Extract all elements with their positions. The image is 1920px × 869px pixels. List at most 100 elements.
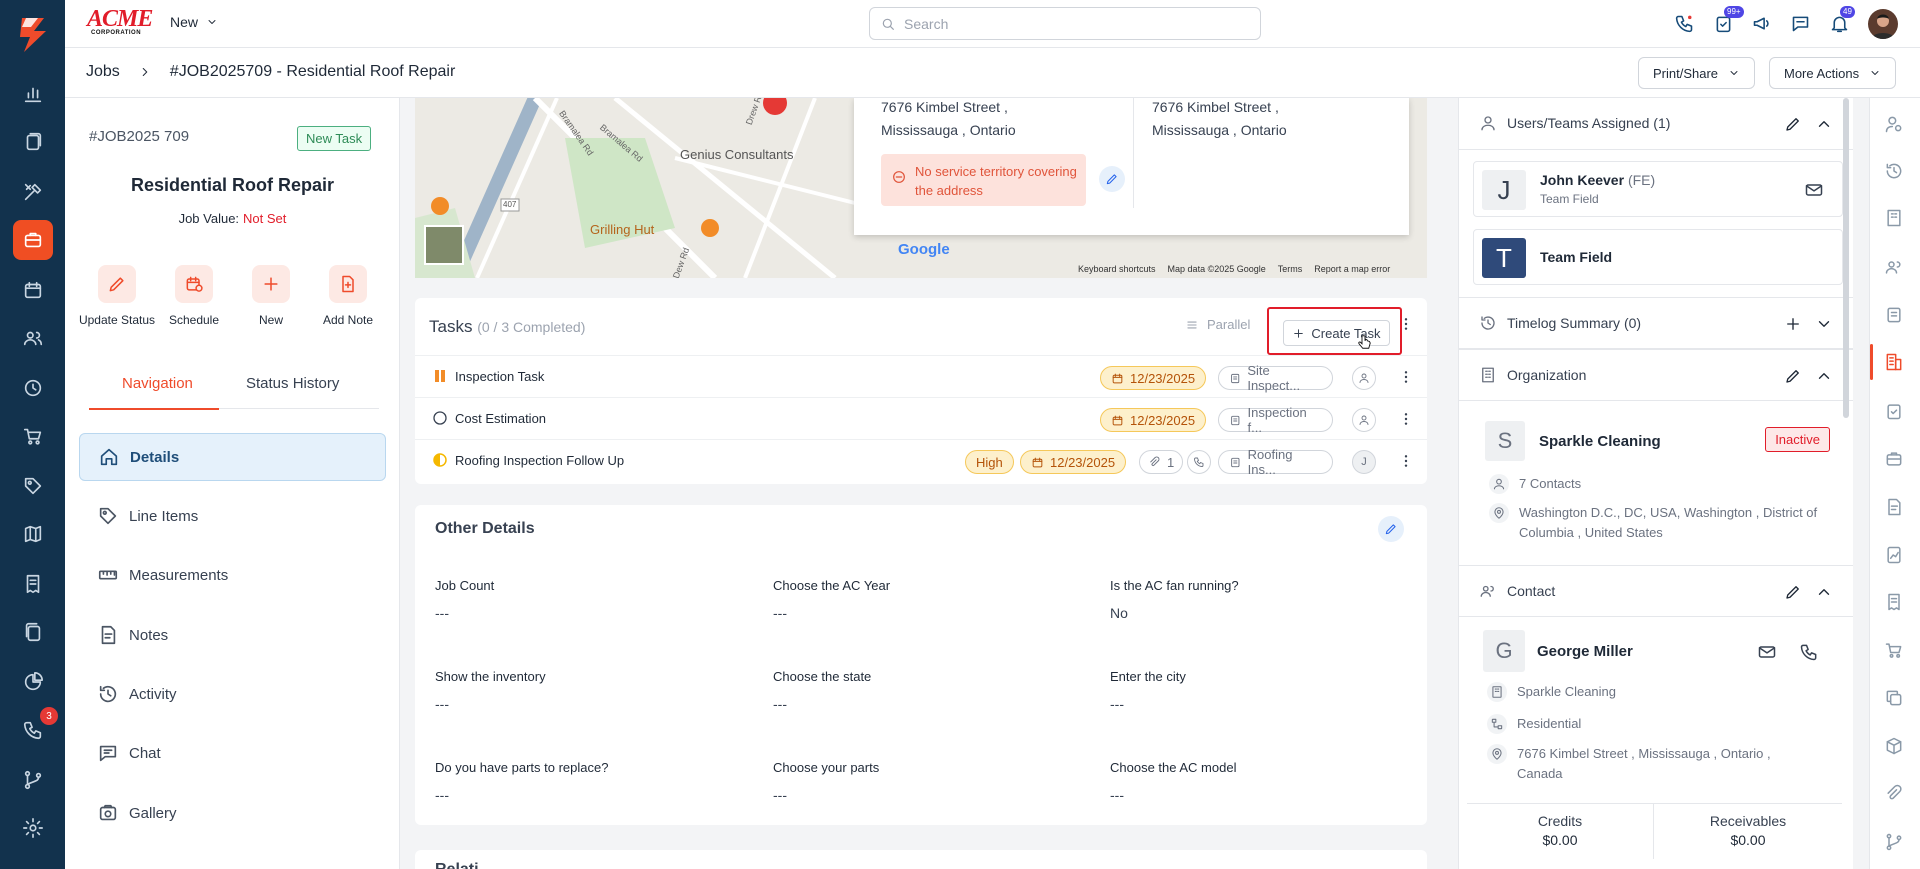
notifications-button[interactable]: 49: [1826, 6, 1855, 36]
nav-activity[interactable]: Activity: [79, 670, 386, 718]
rail-workflow[interactable]: [1884, 832, 1906, 854]
rail-files[interactable]: [0, 612, 65, 652]
rail-building-active[interactable]: [1870, 344, 1906, 380]
assigned-user-card[interactable]: J John Keever (FE) Team Field: [1473, 161, 1843, 217]
update-status-button[interactable]: Update Status: [77, 265, 157, 327]
assigned-team-card[interactable]: T Team Field: [1473, 229, 1843, 285]
brand-logo[interactable]: ACME CORPORATION: [87, 7, 153, 36]
nav-gallery[interactable]: Gallery: [79, 789, 386, 837]
task-date-chip[interactable]: 12/23/2025: [1100, 408, 1207, 432]
rail-bill[interactable]: [1884, 592, 1906, 614]
assign-user-button[interactable]: [1352, 408, 1376, 432]
rail-store[interactable]: [0, 416, 65, 456]
phone-icon[interactable]: [1799, 642, 1819, 662]
more-actions-button[interactable]: More Actions: [1769, 57, 1897, 89]
rail-organization[interactable]: [1884, 208, 1906, 230]
nav-measurements[interactable]: Measurements: [79, 551, 386, 599]
task-more-icon[interactable]: [1398, 453, 1414, 469]
rail-jobs[interactable]: [1884, 449, 1906, 471]
tab-navigation[interactable]: Navigation: [122, 375, 193, 392]
pencil-icon[interactable]: [1784, 583, 1802, 601]
rail-contacts[interactable]: [1884, 257, 1906, 279]
task-form-chip[interactable]: Site Inspect...: [1218, 363, 1333, 393]
new-menu[interactable]: New: [170, 14, 218, 30]
rail-map[interactable]: [0, 514, 65, 554]
task-date-chip[interactable]: 12/23/2025: [1100, 366, 1207, 390]
rail-invoice[interactable]: [1884, 305, 1906, 327]
schedule-button[interactable]: Schedule: [154, 265, 234, 327]
chevron-up-icon[interactable]: [1815, 367, 1833, 385]
task-row[interactable]: Inspection Task 12/23/2025 Site Inspect.…: [415, 355, 1427, 397]
assign-user-button[interactable]: [1352, 366, 1376, 390]
rail-timelog[interactable]: [1884, 161, 1906, 183]
calls-button[interactable]: [1671, 10, 1697, 36]
search-input[interactable]: [904, 15, 1244, 32]
tasks-more-icon[interactable]: [1398, 316, 1414, 332]
user-avatar[interactable]: [1868, 9, 1898, 39]
search-box[interactable]: [869, 7, 1261, 40]
edit-details-button[interactable]: [1378, 516, 1404, 542]
rail-jobs[interactable]: [0, 220, 65, 260]
map-terms-link[interactable]: Terms: [1278, 264, 1303, 274]
rail-attachments[interactable]: [1884, 784, 1906, 806]
app-logo-icon[interactable]: [10, 14, 54, 54]
org-contacts[interactable]: 7 Contacts: [1489, 474, 1581, 494]
add-note-button[interactable]: Add Note: [308, 265, 388, 327]
rail-workflow[interactable]: [0, 760, 65, 800]
breadcrumb-jobs[interactable]: Jobs: [86, 63, 120, 81]
chevron-down-icon[interactable]: [1815, 315, 1833, 333]
task-more-icon[interactable]: [1398, 369, 1414, 385]
rail-checklist[interactable]: [1884, 401, 1906, 423]
rail-dashboard[interactable]: [0, 74, 65, 114]
rail-documents[interactable]: [0, 122, 65, 162]
right-scrollbar[interactable]: [1843, 98, 1849, 418]
rail-tools[interactable]: [0, 172, 65, 212]
assignee-avatar[interactable]: J: [1352, 450, 1376, 474]
mail-icon[interactable]: [1757, 642, 1777, 662]
print-share-button[interactable]: Print/Share: [1638, 57, 1756, 89]
org-name[interactable]: Sparkle Cleaning: [1539, 433, 1661, 450]
contact-name[interactable]: George Miller: [1537, 643, 1633, 660]
attachment-chip[interactable]: 1: [1139, 450, 1184, 474]
mail-icon[interactable]: [1804, 180, 1824, 200]
nav-notes[interactable]: Notes: [79, 611, 386, 659]
rail-timesheet[interactable]: [0, 368, 65, 408]
rail-estimate[interactable]: [1884, 545, 1906, 567]
task-more-icon[interactable]: [1398, 411, 1414, 427]
rail-users[interactable]: [1884, 114, 1906, 136]
map-report-link[interactable]: Report a map error: [1314, 264, 1390, 274]
rail-customers[interactable]: [0, 318, 65, 358]
rail-reports[interactable]: [0, 662, 65, 702]
pencil-icon[interactable]: [1784, 367, 1802, 385]
nav-line-items[interactable]: Line Items: [79, 492, 386, 540]
rail-calls[interactable]: 3: [0, 707, 65, 750]
task-date-chip[interactable]: 12/23/2025: [1020, 450, 1127, 474]
task-row[interactable]: Roofing Inspection Follow Up High 12/23/…: [415, 439, 1427, 481]
rail-tags[interactable]: [0, 466, 65, 506]
nav-details[interactable]: Details: [79, 433, 386, 481]
tasks-button[interactable]: 99+: [1710, 6, 1744, 36]
parallel-toggle[interactable]: Parallel: [1185, 317, 1250, 332]
tab-status-history[interactable]: Status History: [246, 375, 339, 392]
edit-address-button[interactable]: [1099, 166, 1125, 192]
messages-button[interactable]: [1787, 10, 1813, 36]
pencil-icon[interactable]: [1784, 115, 1802, 133]
rail-calendar[interactable]: [0, 270, 65, 310]
chevron-up-icon[interactable]: [1815, 115, 1833, 133]
chevron-up-icon[interactable]: [1815, 583, 1833, 601]
rail-purchase[interactable]: [1884, 640, 1906, 662]
rail-packages[interactable]: [1884, 736, 1906, 758]
map-shortcuts-link[interactable]: Keyboard shortcuts: [1078, 264, 1156, 274]
task-form-chip[interactable]: Inspection f...: [1218, 405, 1333, 435]
rail-copies[interactable]: [1884, 688, 1906, 710]
rail-settings[interactable]: [0, 808, 65, 848]
call-button[interactable]: [1187, 450, 1211, 474]
task-row[interactable]: Cost Estimation 12/23/2025 Inspection f.…: [415, 397, 1427, 439]
announcements-button[interactable]: [1748, 10, 1774, 36]
job-value-amount[interactable]: Not Set: [243, 211, 286, 226]
location-map[interactable]: 407 Genius Consultants Grilling Hut Bram…: [415, 98, 1427, 278]
nav-chat[interactable]: Chat: [79, 729, 386, 777]
new-button[interactable]: New: [231, 265, 311, 327]
rail-invoices[interactable]: [0, 564, 65, 604]
task-form-chip[interactable]: Roofing Ins...: [1218, 447, 1333, 477]
